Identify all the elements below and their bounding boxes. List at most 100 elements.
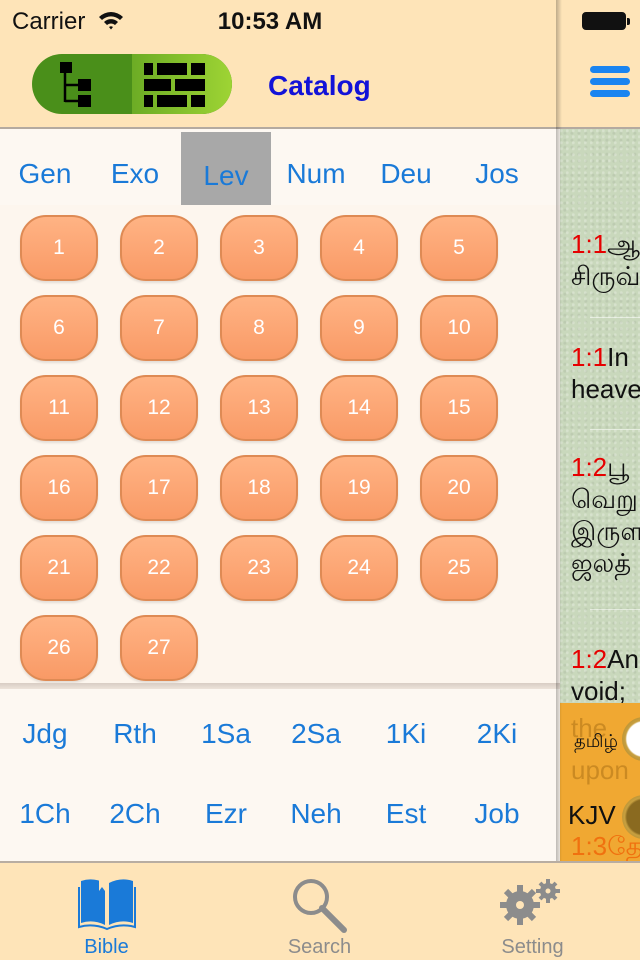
book-tab-est[interactable]: Est: [361, 769, 451, 849]
verse-text: heave: [571, 374, 640, 404]
chapter-button[interactable]: 7: [120, 295, 198, 361]
tab-bar: Bible Search Setting: [0, 861, 640, 960]
background-text: upon: [571, 755, 629, 785]
book-tab-1ki[interactable]: 1Ki: [361, 689, 451, 769]
verse-item[interactable]: 1:1ஆ சிருவ்: [571, 228, 640, 292]
book-tab-2sa[interactable]: 2Sa: [271, 689, 361, 769]
status-bar: Carrier 10:53 AM: [0, 0, 640, 40]
language-switcher: the upon தமிழ் KJV 1:3தே: [560, 703, 640, 861]
verse-text: In: [607, 342, 629, 372]
book-tab-1ch[interactable]: 1Ch: [0, 769, 90, 849]
verse-text: ஆ: [607, 229, 640, 259]
chapter-button[interactable]: 22: [120, 535, 198, 601]
navigation-bar: Catalog: [0, 40, 560, 128]
verse-list: 1:1ஆ சிருவ் 1:1In heave 1:2பூ வெறு இருள ஜலத் …: [560, 129, 640, 703]
chapter-button[interactable]: 10: [420, 295, 498, 361]
verse-number: 1:1: [571, 342, 608, 372]
grid-view-icon: [144, 63, 205, 107]
tab-label: Search: [287, 936, 352, 958]
verse-number: 1:2: [571, 644, 608, 674]
battery-icon: [582, 12, 630, 30]
tab-label: Bible: [84, 936, 129, 958]
catalog-panel: Carrier 10:53 AM Catalog Gen Exo Lev Num…: [0, 0, 560, 960]
verse-item[interactable]: 1:2பூ வெறு இருள ஜலத்: [571, 451, 640, 579]
book-tab-num[interactable]: Num: [271, 129, 361, 209]
open-book-icon: [78, 877, 136, 931]
tab-bible[interactable]: Bible: [0, 863, 213, 960]
book-tab-ezr[interactable]: Ezr: [181, 769, 271, 849]
page-title: Catalog: [268, 70, 371, 101]
chapter-button[interactable]: 3: [220, 215, 298, 281]
chapter-button[interactable]: 6: [20, 295, 98, 361]
book-tab-deu[interactable]: Deu: [361, 129, 451, 209]
verse-text: பூ: [607, 452, 630, 482]
chapter-button[interactable]: 1: [20, 215, 98, 281]
chapter-button[interactable]: 20: [420, 455, 498, 521]
tamil-label: தமிழ்: [574, 731, 618, 751]
tab-search[interactable]: Search: [213, 863, 426, 960]
chapter-button[interactable]: 9: [320, 295, 398, 361]
hamburger-menu-icon[interactable]: [590, 66, 630, 100]
kjv-label: KJV: [568, 800, 616, 830]
book-row: Jdg Rth 1Sa 2Sa 1Ki 2Ki: [0, 689, 560, 769]
book-tab-job[interactable]: Job: [452, 769, 542, 849]
chapter-button[interactable]: 15: [420, 375, 498, 441]
magnifier-icon: [293, 879, 347, 933]
book-tab-1sa[interactable]: 1Sa: [181, 689, 271, 769]
verse-text: வெறு: [571, 484, 638, 514]
verse-text: சிருவ்: [571, 261, 640, 291]
reader-panel[interactable]: 1:1ஆ சிருவ் 1:1In heave 1:2பூ வெறு இருள ஜலத் …: [560, 0, 640, 960]
book-row: 1Ch 2Ch Ezr Neh Est Job: [0, 769, 560, 849]
chapter-button[interactable]: 2: [120, 215, 198, 281]
verse-text: இருள: [571, 516, 640, 546]
chapter-button[interactable]: 26: [20, 615, 98, 681]
gears-icon: [500, 879, 560, 925]
book-tab-lev[interactable]: Lev: [181, 132, 271, 214]
tab-label: Setting: [501, 936, 564, 958]
chapter-button[interactable]: 4: [320, 215, 398, 281]
chapter-button[interactable]: 24: [320, 535, 398, 601]
book-tab-2ki[interactable]: 2Ki: [452, 689, 542, 769]
book-tab-neh[interactable]: Neh: [271, 769, 361, 849]
chapter-button[interactable]: 5: [420, 215, 498, 281]
chapter-button[interactable]: 8: [220, 295, 298, 361]
chapter-button[interactable]: 13: [220, 375, 298, 441]
chapter-button[interactable]: 17: [120, 455, 198, 521]
chapter-button[interactable]: 16: [20, 455, 98, 521]
verse-item[interactable]: 1:1In heave: [571, 341, 640, 405]
book-tab-rth[interactable]: Rth: [90, 689, 180, 769]
chapter-button[interactable]: 23: [220, 535, 298, 601]
verse-item[interactable]: 1:2An void;: [571, 643, 639, 703]
chapter-button[interactable]: 21: [20, 535, 98, 601]
verse-text: ஜலத்: [571, 548, 632, 578]
chapter-button[interactable]: 14: [320, 375, 398, 441]
panel-shadow: [556, 0, 562, 960]
verse-number: 1:1: [571, 229, 608, 259]
chapter-button[interactable]: 19: [320, 455, 398, 521]
chapter-button[interactable]: 12: [120, 375, 198, 441]
verse-number: 1:2: [571, 452, 608, 482]
tree-view-icon: [60, 62, 91, 107]
view-toggle[interactable]: [32, 54, 232, 114]
screen: Carrier 10:53 AM Catalog Gen Exo Lev Num…: [0, 0, 640, 960]
book-row-top: Gen Exo Lev Num Deu Jos: [0, 129, 560, 214]
book-tab-jdg[interactable]: Jdg: [0, 689, 90, 769]
grid-view-button[interactable]: [132, 54, 232, 114]
chapter-button[interactable]: 18: [220, 455, 298, 521]
verse-text: void;: [571, 676, 626, 703]
tree-view-button[interactable]: [32, 54, 132, 114]
chapter-grid: 1 2 3 4 5 6 7 8 9 10 11 12 13 14 15 16 17 18 19 20 21 22 23 24 2…: [0, 205, 560, 685]
clock: 10:53 AM: [217, 8, 323, 35]
book-tab-jos[interactable]: Jos: [452, 129, 542, 209]
divider: [590, 317, 640, 318]
chapter-button[interactable]: 25: [420, 535, 498, 601]
background-text: 1:3தே: [571, 831, 640, 861]
chapter-button[interactable]: 11: [20, 375, 98, 441]
book-catalog: Gen Exo Lev Num Deu Jos 1 2 3 4 5 6 7 8 9 10 11 12 1…: [0, 129, 560, 861]
divider: [590, 429, 640, 430]
chapter-button[interactable]: 27: [120, 615, 198, 681]
tab-setting[interactable]: Setting: [426, 863, 639, 960]
book-tab-2ch[interactable]: 2Ch: [90, 769, 180, 849]
book-tab-gen[interactable]: Gen: [0, 129, 90, 209]
book-tab-exo[interactable]: Exo: [90, 129, 180, 209]
